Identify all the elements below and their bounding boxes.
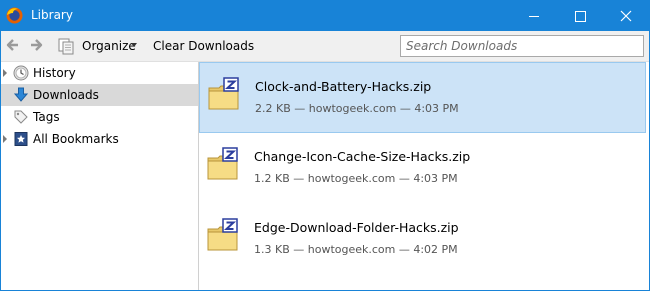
zip-folder-icon [207,147,238,180]
maximize-icon [575,11,586,22]
sidebar-item-label: Downloads [33,88,99,102]
expand-arrow-icon[interactable] [3,135,7,143]
zip-folder-icon [207,218,238,251]
download-item[interactable]: Clock-and-Battery-Hacks.zip 2.2 KB — how… [199,62,646,133]
organize-icon [58,38,74,55]
search-box[interactable] [400,35,644,57]
file-meta: 2.2 KB — howtogeek.com — 4:03 PM [255,102,459,115]
sidebar-item-label: All Bookmarks [33,132,119,146]
sidebar-item-label: Tags [33,110,60,124]
minimize-button[interactable] [511,1,557,31]
back-arrow-icon[interactable] [5,37,21,53]
window-title: Library [31,8,73,22]
sidebar-item-label: History [33,66,76,80]
bookmarks-icon [14,132,28,146]
downloads-list: Clock-and-Battery-Hacks.zip 2.2 KB — how… [199,62,649,290]
firefox-icon [6,7,23,24]
maximize-button[interactable] [557,1,603,31]
sidebar: History Downloads Tags All Bookmarks [1,62,199,290]
minimize-icon [529,16,539,17]
organize-label: Organize [82,39,136,53]
expand-arrow-icon[interactable] [3,69,7,77]
file-name: Clock-and-Battery-Hacks.zip [255,79,432,94]
sidebar-item-history[interactable]: History [1,62,198,84]
sidebar-item-tags[interactable]: Tags [1,106,198,128]
file-name: Edge-Download-Folder-Hacks.zip [254,220,459,235]
download-item[interactable]: Edge-Download-Folder-Hacks.zip 1.3 KB — … [199,204,646,275]
file-meta: 1.2 KB — howtogeek.com — 4:03 PM [254,172,458,185]
forward-arrow-icon[interactable] [28,37,44,53]
zip-folder-icon [208,77,239,110]
library-window: Library Organize Clear Downloads Search … [0,0,650,291]
download-item[interactable]: Change-Icon-Cache-Size-Hacks.zip 1.2 KB … [199,133,646,204]
chevron-down-icon [131,43,137,47]
sidebar-item-downloads[interactable]: Downloads [1,84,198,106]
search-input[interactable] [406,37,636,55]
toolbar: Organize Clear Downloads [1,31,649,62]
download-arrow-icon [13,87,29,102]
close-button[interactable] [603,1,649,31]
clear-downloads-button[interactable]: Clear Downloads [153,39,254,53]
title-bar[interactable]: Library [1,1,649,31]
tag-icon [14,110,28,124]
file-name: Change-Icon-Cache-Size-Hacks.zip [254,149,471,164]
sidebar-item-all-bookmarks[interactable]: All Bookmarks [1,128,198,150]
clock-icon [13,65,29,81]
close-icon [620,10,632,22]
file-meta: 1.3 KB — howtogeek.com — 4:02 PM [254,243,458,256]
